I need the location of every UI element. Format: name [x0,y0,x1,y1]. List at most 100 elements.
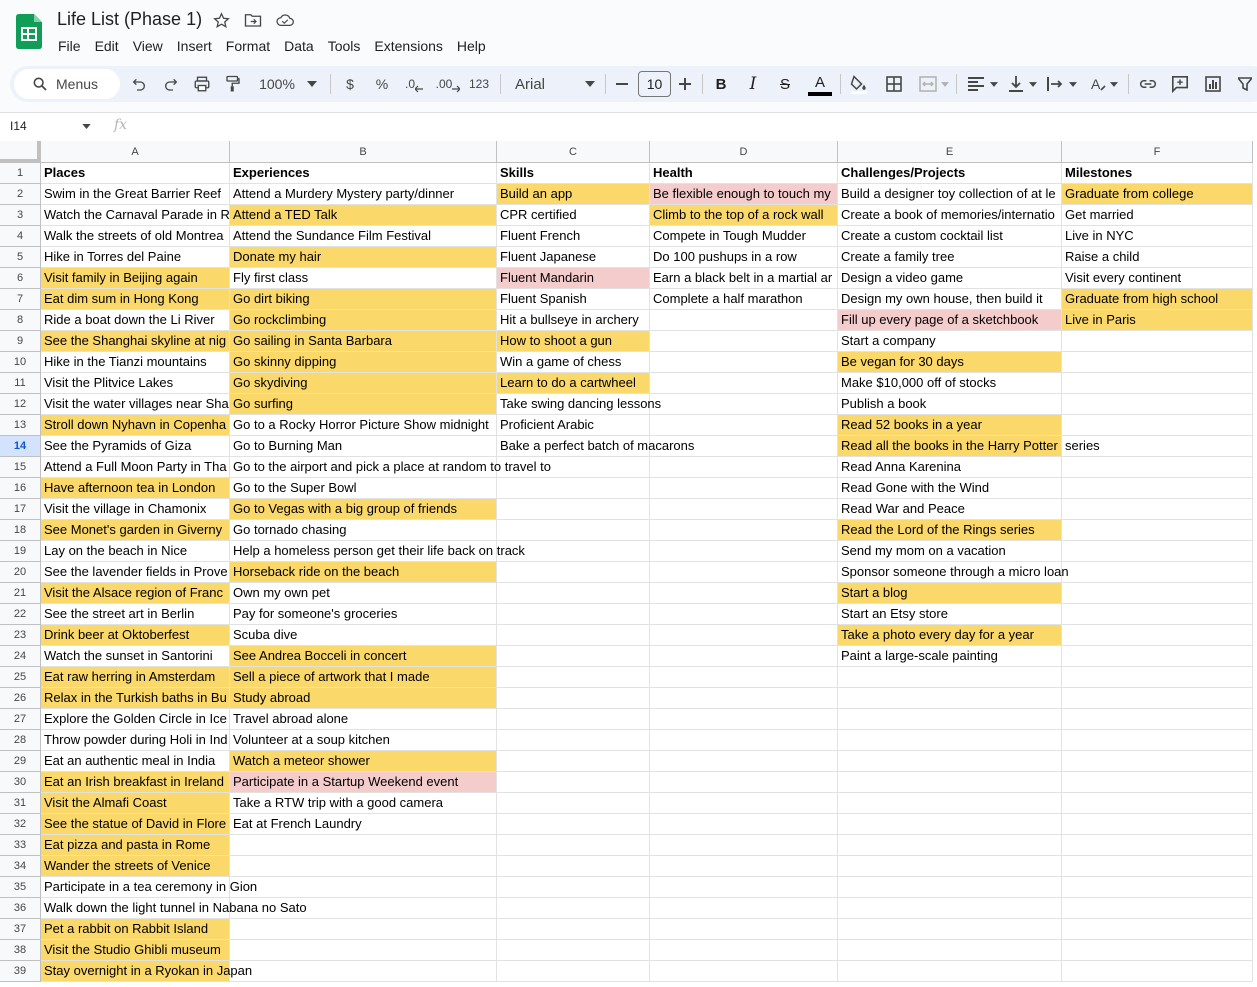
row-header[interactable]: 11 [0,373,41,394]
cell[interactable] [838,898,1062,919]
cell[interactable] [497,688,650,709]
row-header[interactable]: 32 [0,814,41,835]
cell[interactable]: Design my own house, then build it [838,289,1062,310]
increase-decimal-button[interactable]: .00 [433,66,463,102]
cell[interactable]: Fluent Mandarin [497,268,650,289]
cell[interactable]: Stay overnight in a Ryokan in Japan [41,961,252,982]
column-header-a[interactable]: A [41,141,230,163]
cell[interactable] [838,961,1062,982]
cell[interactable]: Pet a rabbit on Rabbit Island [41,919,230,940]
column-title-cell[interactable]: Places [41,163,230,184]
print-icon[interactable] [191,66,213,102]
cell[interactable]: CPR certified [497,205,650,226]
font-size-input[interactable]: 10 [638,71,671,97]
cell[interactable]: Drink beer at Oktoberfest [41,625,230,646]
row-header[interactable]: 34 [0,856,41,877]
cell[interactable] [650,751,838,772]
cell[interactable]: Take swing dancing lessons [497,394,661,415]
row-header[interactable]: 10 [0,352,41,373]
cell[interactable]: Throw powder during Holi in Ind [41,730,230,751]
cell[interactable]: Be flexible enough to touch my [650,184,838,205]
paint-format-icon[interactable] [222,66,244,102]
document-title[interactable]: Life List (Phase 1) [57,9,202,30]
cell[interactable] [497,919,650,940]
cell[interactable]: Read 52 books in a year [838,415,1062,436]
column-title-cell[interactable]: Skills [497,163,650,184]
cell[interactable] [650,688,838,709]
cell[interactable]: series [1062,436,1253,457]
cell[interactable]: Go rockclimbing [230,310,497,331]
cell[interactable] [838,940,1062,961]
cell[interactable] [650,373,838,394]
menu-format[interactable]: Format [219,36,277,56]
menu-data[interactable]: Data [277,36,321,56]
cell[interactable] [1062,352,1253,373]
cell[interactable]: Watch the Carnaval Parade in R [41,205,230,226]
sheets-logo-icon[interactable] [16,14,42,49]
cell[interactable] [1062,835,1253,856]
cell[interactable] [497,625,650,646]
cell[interactable] [838,772,1062,793]
menu-edit[interactable]: Edit [88,36,126,56]
cell[interactable] [650,331,838,352]
cell[interactable]: Take a photo every day for a year [838,625,1062,646]
cell[interactable]: Compete in Tough Mudder [650,226,838,247]
cell[interactable] [1062,541,1253,562]
cell[interactable]: Complete a half marathon [650,289,838,310]
cell[interactable]: Visit the Almafi Coast [41,793,230,814]
cell[interactable] [1062,562,1253,583]
cell[interactable] [838,793,1062,814]
percent-format-button[interactable]: % [372,66,392,102]
cell[interactable]: Learn to do a cartwheel [497,373,650,394]
row-header[interactable]: 5 [0,247,41,268]
row-header[interactable]: 28 [0,730,41,751]
cell[interactable]: Make $10,000 off of stocks [838,373,1062,394]
cell[interactable] [650,961,838,982]
cell[interactable] [838,919,1062,940]
cell[interactable] [497,478,650,499]
cell[interactable]: Attend the Sundance Film Festival [230,226,497,247]
column-header-e[interactable]: E [838,141,1062,163]
cell[interactable] [1062,646,1253,667]
cell[interactable] [497,835,650,856]
cell[interactable] [1062,415,1253,436]
cell[interactable] [650,583,838,604]
cell[interactable]: Eat pizza and pasta in Rome [41,835,230,856]
cell[interactable] [838,730,1062,751]
cell[interactable] [1062,583,1253,604]
row-header[interactable]: 7 [0,289,41,310]
cell[interactable] [650,793,838,814]
cell[interactable] [650,919,838,940]
cell[interactable] [650,562,838,583]
cell[interactable] [650,478,838,499]
horizontal-align-icon[interactable] [967,66,999,102]
row-header[interactable]: 14 [0,436,41,457]
menu-tools[interactable]: Tools [321,36,368,56]
cell[interactable]: Attend a Murdery Mystery party/dinner [230,184,497,205]
cell[interactable]: Fly first class [230,268,497,289]
cell[interactable]: See the lavender fields in Prove [41,562,230,583]
increase-font-size-icon[interactable] [677,66,693,102]
row-header[interactable]: 15 [0,457,41,478]
cell[interactable]: Start a company [838,331,1062,352]
cell[interactable]: Visit the Alsace region of Franc [41,583,230,604]
cell[interactable] [650,814,838,835]
cell[interactable] [650,646,838,667]
insert-chart-icon[interactable] [1202,66,1224,102]
number-format-button[interactable]: 123 [467,66,491,102]
cell[interactable] [650,625,838,646]
cell[interactable]: Own my own pet [230,583,497,604]
cloud-status-icon[interactable] [276,11,294,29]
row-header[interactable]: 24 [0,646,41,667]
cell[interactable] [497,646,650,667]
cell[interactable] [1062,919,1253,940]
cell[interactable] [497,709,650,730]
cell[interactable]: Fluent Spanish [497,289,650,310]
vertical-align-icon[interactable] [1007,66,1039,102]
menu-view[interactable]: View [126,36,170,56]
cell[interactable] [1062,877,1253,898]
cell[interactable]: Go skinny dipping [230,352,497,373]
cell[interactable]: Eat at French Laundry [230,814,497,835]
cell[interactable]: Have afternoon tea in London [41,478,230,499]
row-header[interactable]: 39 [0,961,41,982]
